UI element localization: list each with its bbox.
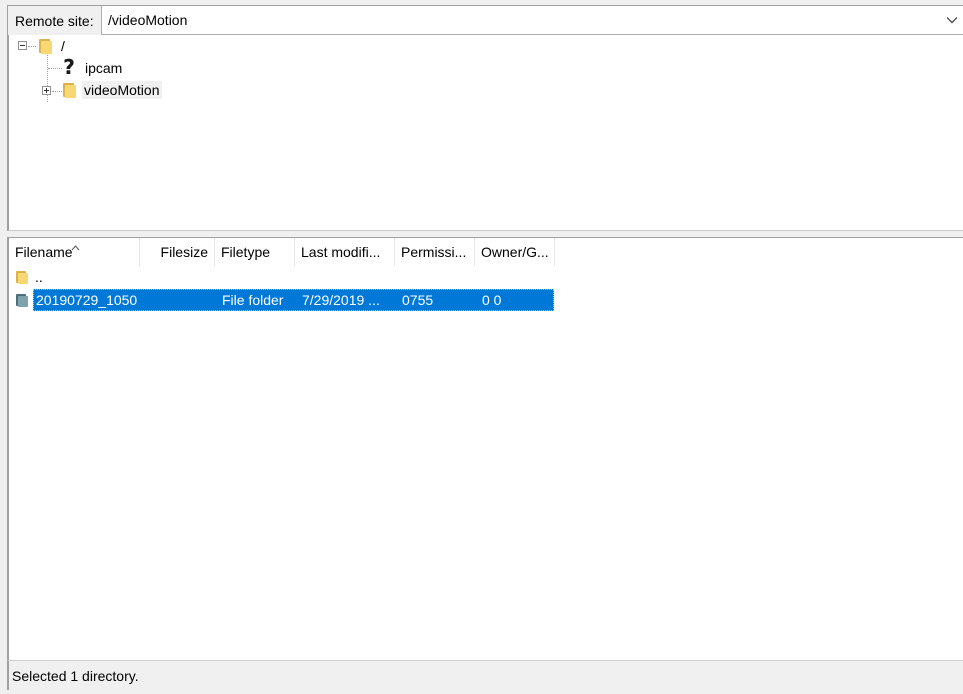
column-filetype[interactable]: Filetype — [215, 238, 295, 266]
table-row[interactable]: 20190729_1050 File folder 7/29/2019 ... … — [9, 289, 556, 311]
filename-cell: .. — [35, 269, 43, 285]
folder-icon — [15, 292, 30, 308]
permissions-cell: 0755 — [402, 292, 434, 308]
remote-path-input[interactable]: /videoMotion — [102, 12, 941, 28]
remote-path-combobox[interactable]: /videoMotion — [101, 6, 963, 35]
folder-icon — [61, 82, 76, 98]
column-filesize[interactable]: Filesize — [140, 238, 215, 266]
filesize-cell — [140, 289, 215, 311]
collapse-icon[interactable] — [18, 41, 27, 50]
tree-item-ipcam[interactable]: ipcam — [83, 59, 124, 77]
modified-cell: 7/29/2019 ... — [302, 292, 380, 308]
remote-site-bar: Remote site: /videoMotion — [7, 5, 963, 35]
column-permissions[interactable]: Permissi... — [395, 238, 475, 266]
remote-directory-tree[interactable]: / ? ipcam videoMotion — [7, 35, 963, 231]
folder-icon — [37, 38, 52, 54]
remote-file-list[interactable]: Filename Filesize Filetype Last modifi..… — [7, 237, 963, 660]
folder-icon — [15, 269, 30, 285]
status-text: Selected 1 directory. — [12, 667, 139, 684]
filetype-cell: File folder — [222, 292, 284, 308]
column-owner-group[interactable]: Owner/G... — [475, 238, 555, 266]
tree-item-root[interactable]: / — [59, 37, 67, 55]
tree-item-videomotion[interactable]: videoMotion — [82, 81, 162, 99]
file-list-header: Filename Filesize Filetype Last modifi..… — [9, 238, 556, 266]
chevron-down-icon[interactable] — [941, 6, 963, 34]
remote-site-label: Remote site: — [7, 6, 101, 35]
owner-cell: 0 0 — [482, 292, 502, 308]
sort-ascending-icon — [71, 238, 80, 254]
filename-cell: 20190729_1050 — [36, 292, 138, 308]
column-filename[interactable]: Filename — [9, 238, 140, 266]
expand-icon[interactable] — [42, 86, 51, 95]
list-item-parent-directory[interactable]: .. — [9, 266, 556, 288]
status-bar: Selected 1 directory. — [7, 660, 963, 690]
remote-site-pane: Remote site: /videoMotion / ? ipcam vide… — [0, 0, 963, 694]
column-last-modified[interactable]: Last modifi... — [295, 238, 395, 266]
question-mark-icon: ? — [61, 57, 77, 77]
